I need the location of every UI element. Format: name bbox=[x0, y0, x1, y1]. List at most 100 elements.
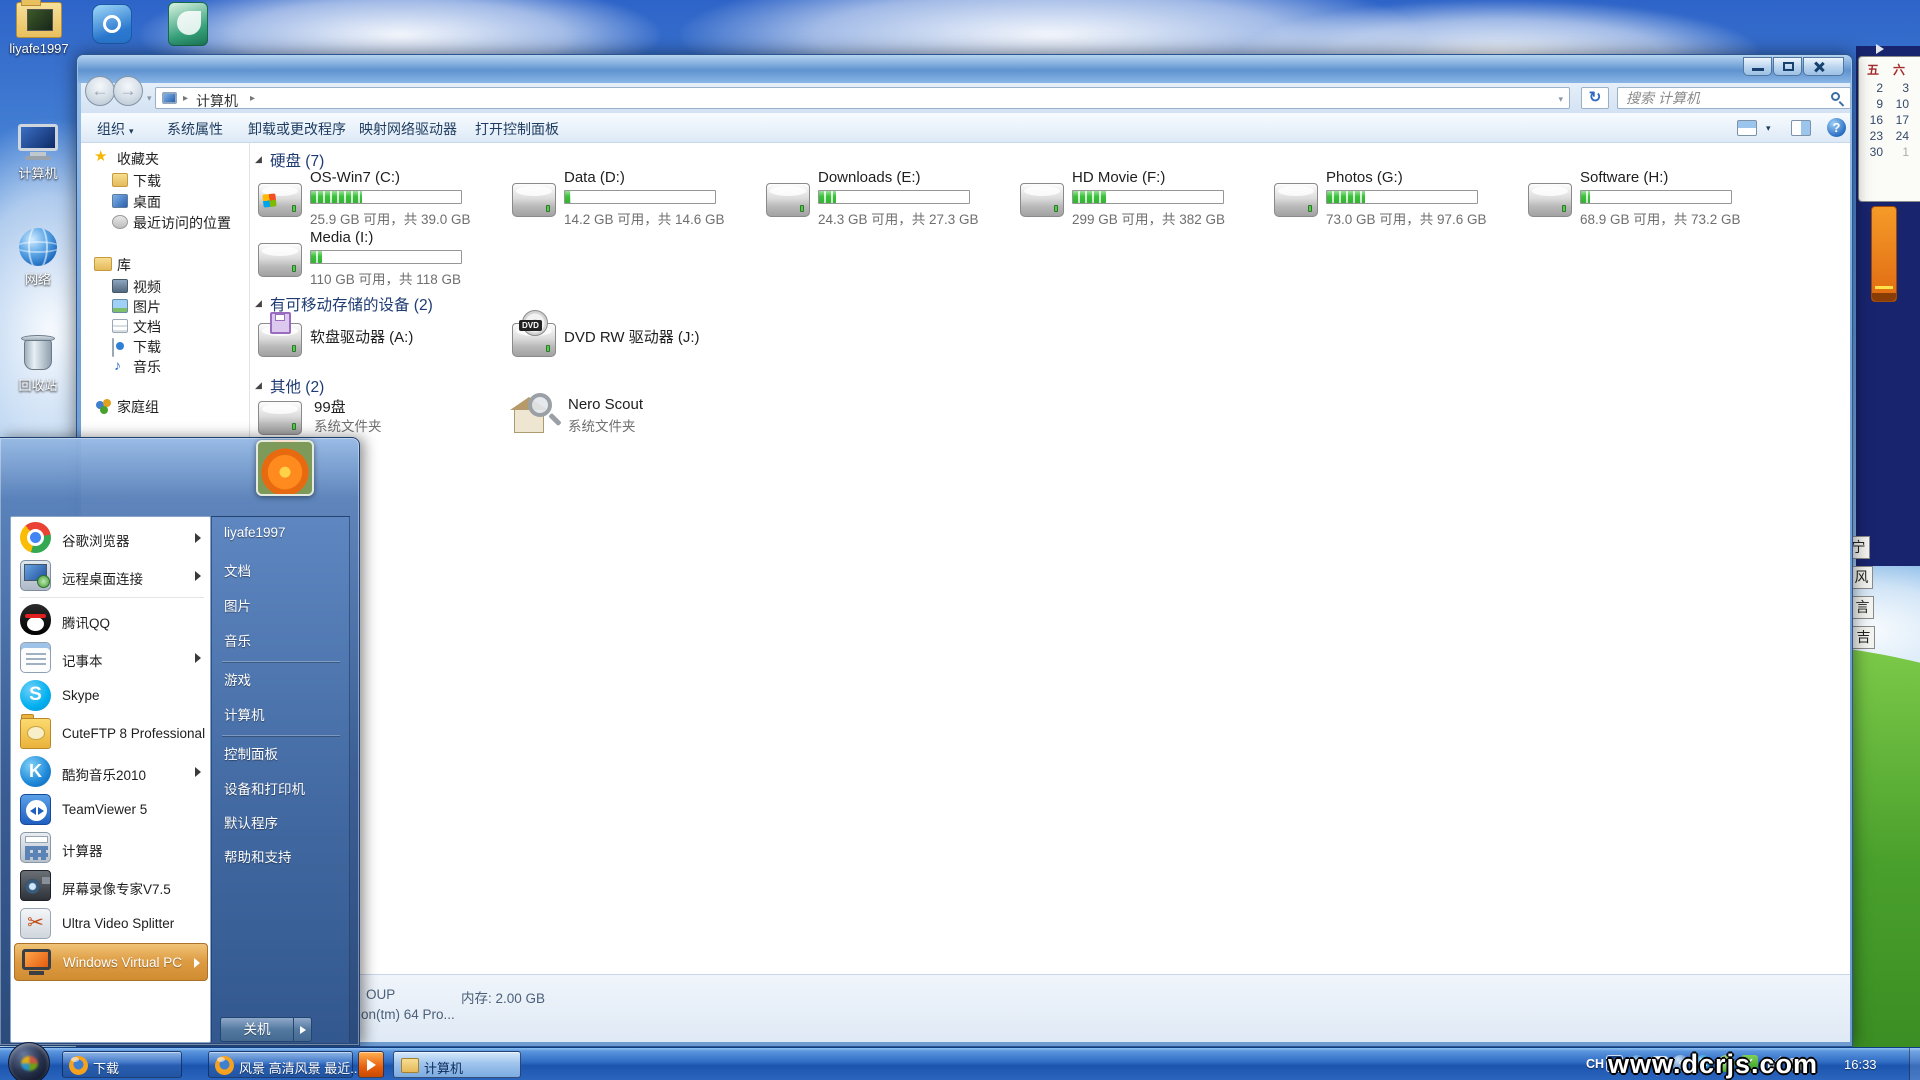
desktop-icon-label: 回收站 bbox=[0, 375, 81, 394]
desktop-icon-computer[interactable]: 计算机 bbox=[0, 124, 81, 182]
section-header-harddisks[interactable]: 硬盘 (7) bbox=[270, 149, 324, 171]
change-view-icon[interactable] bbox=[1737, 120, 1757, 136]
calendar-day: 30 bbox=[1867, 144, 1883, 160]
search-box[interactable] bbox=[1617, 87, 1851, 109]
floppy-drive-a[interactable]: 软盘驱动器 (A:) bbox=[258, 313, 508, 359]
menu-item-qq[interactable]: 腾讯QQ bbox=[14, 601, 208, 639]
minimize-button[interactable] bbox=[1743, 57, 1772, 76]
sidebar-libraries[interactable]: 库 bbox=[117, 255, 131, 275]
help-icon[interactable]: ? bbox=[1827, 118, 1846, 137]
menu-item-remote-desktop[interactable]: 远程桌面连接 bbox=[14, 557, 208, 595]
menu-item-kugou[interactable]: K 酷狗音乐2010 bbox=[14, 753, 208, 791]
desktop-icon-app-blue[interactable] bbox=[70, 4, 154, 47]
calendar-weekday: 五 bbox=[1867, 61, 1879, 78]
menu-item-windows-virtual-pc[interactable]: Windows Virtual PC bbox=[14, 943, 208, 981]
menu-item-games[interactable]: 游戏 bbox=[224, 669, 251, 689]
menu-item-devices-printers[interactable]: 设备和打印机 bbox=[224, 778, 305, 798]
sidebar-documents[interactable]: 文档 bbox=[133, 317, 161, 337]
videos-icon bbox=[112, 279, 128, 293]
menu-item-video-splitter[interactable]: ✂ Ultra Video Splitter bbox=[14, 905, 208, 943]
menu-item-notepad[interactable]: 记事本 bbox=[14, 639, 208, 677]
sidebar-desktop[interactable]: 桌面 bbox=[133, 192, 161, 212]
show-desktop-button[interactable] bbox=[1909, 1048, 1920, 1080]
title-bar[interactable] bbox=[78, 55, 1851, 83]
menu-item-skype[interactable]: S Skype bbox=[14, 677, 208, 715]
sidebar-downloads-lib[interactable]: 下载 bbox=[133, 337, 161, 357]
drive-i[interactable]: Media (I:) 110 GB 可用，共 118 GB bbox=[258, 229, 508, 287]
breadcrumb[interactable]: 计算机 bbox=[196, 91, 238, 111]
dvd-drive-icon: DVD bbox=[512, 323, 556, 357]
language-indicator[interactable]: CH bbox=[1586, 1057, 1604, 1071]
section-header-other[interactable]: 其他 (2) bbox=[270, 375, 324, 397]
item-nero-scout[interactable]: Nero Scout 系统文件夹 bbox=[512, 395, 762, 441]
taskbar-button-media-player[interactable] bbox=[358, 1051, 384, 1078]
gadget-arrow-icon[interactable] bbox=[1876, 44, 1884, 54]
hard-drive-icon bbox=[258, 243, 302, 277]
section-header-removable[interactable]: 有可移动存储的设备 (2) bbox=[270, 293, 433, 315]
taskbar-clock[interactable]: 16:33 bbox=[1844, 1057, 1877, 1072]
sidebar-pictures[interactable]: 图片 bbox=[133, 297, 161, 317]
menu-item-teamviewer[interactable]: TeamViewer 5 bbox=[14, 791, 208, 829]
menu-item-chrome[interactable]: 谷歌浏览器 bbox=[14, 519, 208, 557]
menu-item-user[interactable]: liyafe1997 bbox=[224, 525, 286, 540]
menu-item-pictures[interactable]: 图片 bbox=[224, 595, 251, 615]
toolbar-system-properties[interactable]: 系统属性 bbox=[167, 119, 223, 139]
libraries-icon bbox=[94, 257, 112, 271]
taskbar-button-firefox-scenery[interactable]: 风景 高清风景 最近... bbox=[208, 1051, 353, 1078]
drive-c[interactable]: OS-Win7 (C:) 25.9 GB 可用，共 39.0 GB bbox=[258, 169, 508, 227]
menu-item-documents[interactable]: 文档 bbox=[224, 560, 251, 580]
toolbar-map-network-drive[interactable]: 映射网络驱动器 bbox=[359, 119, 457, 139]
sidebar-recent-places[interactable]: 最近访问的位置 bbox=[133, 213, 231, 233]
sidebar-downloads[interactable]: 下载 bbox=[133, 171, 161, 191]
back-button[interactable]: ← bbox=[85, 76, 115, 106]
section-collapse-icon[interactable]: ◢ bbox=[255, 154, 262, 165]
toolbar-uninstall-program[interactable]: 卸载或更改程序 bbox=[248, 119, 346, 139]
maximize-button[interactable] bbox=[1773, 57, 1802, 76]
capacity-bar bbox=[1580, 190, 1732, 204]
item-99-disk[interactable]: 99盘 系统文件夹 bbox=[258, 395, 508, 441]
forward-button[interactable]: → bbox=[113, 76, 143, 106]
drive-f[interactable]: HD Movie (F:) 299 GB 可用，共 382 GB bbox=[1020, 169, 1270, 227]
section-collapse-icon[interactable]: ◢ bbox=[255, 298, 262, 309]
drive-d[interactable]: Data (D:) 14.2 GB 可用，共 14.6 GB bbox=[512, 169, 762, 227]
desktop-icon-app-teal[interactable] bbox=[146, 2, 230, 49]
toolbar-open-control-panel[interactable]: 打开控制面板 bbox=[475, 119, 559, 139]
sidebar-favorites[interactable]: 收藏夹 bbox=[117, 149, 159, 169]
dvd-drive-j[interactable]: DVD DVD RW 驱动器 (J:) bbox=[512, 313, 762, 359]
shutdown-button[interactable]: 关机 bbox=[220, 1017, 294, 1042]
search-input[interactable] bbox=[1618, 88, 1850, 108]
address-dropdown-icon[interactable]: ▾ bbox=[1558, 94, 1563, 105]
desktop-icon-recycle-bin[interactable]: 回收站 bbox=[0, 332, 81, 394]
sidebar-videos[interactable]: 视频 bbox=[133, 277, 161, 297]
floppy-drive-icon bbox=[258, 323, 302, 357]
drive-g[interactable]: Photos (G:) 73.0 GB 可用，共 97.6 GB bbox=[1274, 169, 1524, 227]
drive-e[interactable]: Downloads (E:) 24.3 GB 可用，共 27.3 GB bbox=[766, 169, 1016, 227]
drive-h[interactable]: Software (H:) 68.9 GB 可用，共 73.2 GB bbox=[1528, 169, 1778, 227]
organize-menu[interactable]: 组织▾ bbox=[97, 119, 134, 139]
menu-item-default-programs[interactable]: 默认程序 bbox=[224, 812, 278, 832]
shutdown-options-button[interactable] bbox=[294, 1017, 312, 1042]
preview-pane-icon[interactable] bbox=[1791, 120, 1811, 136]
sidebar-music[interactable]: 音乐 bbox=[133, 357, 161, 377]
start-button[interactable] bbox=[8, 1042, 50, 1080]
menu-item-cuteftp[interactable]: CuteFTP 8 Professional bbox=[14, 715, 208, 753]
desktop-icon-network[interactable]: 网络 bbox=[0, 228, 81, 288]
maximize-icon bbox=[1783, 62, 1794, 71]
menu-item-computer[interactable]: 计算机 bbox=[224, 704, 265, 724]
menu-item-help-support[interactable]: 帮助和支持 bbox=[224, 846, 292, 866]
menu-item-control-panel[interactable]: 控制面板 bbox=[224, 743, 278, 763]
documents-icon bbox=[112, 319, 128, 333]
menu-item-calculator[interactable]: 计算器 bbox=[14, 829, 208, 867]
address-bar[interactable]: ▸ 计算机 ▸ ▾ bbox=[155, 87, 1570, 109]
section-collapse-icon[interactable]: ◢ bbox=[255, 380, 262, 391]
taskbar-button-computer[interactable]: 计算机 bbox=[393, 1051, 521, 1078]
refresh-button[interactable]: ↻ bbox=[1581, 87, 1609, 109]
views-dropdown-icon[interactable]: ▾ bbox=[1766, 123, 1771, 134]
user-picture[interactable] bbox=[256, 440, 314, 496]
sidebar-homegroup[interactable]: 家庭组 bbox=[117, 397, 159, 417]
menu-item-screen-recorder[interactable]: 屏幕录像专家V7.5 bbox=[14, 867, 208, 905]
taskbar-button-firefox-downloads[interactable]: 下载 bbox=[62, 1051, 182, 1078]
close-button[interactable] bbox=[1803, 57, 1844, 76]
nav-history-chevron-icon[interactable]: ▾ bbox=[147, 93, 152, 104]
menu-item-music[interactable]: 音乐 bbox=[224, 630, 251, 650]
